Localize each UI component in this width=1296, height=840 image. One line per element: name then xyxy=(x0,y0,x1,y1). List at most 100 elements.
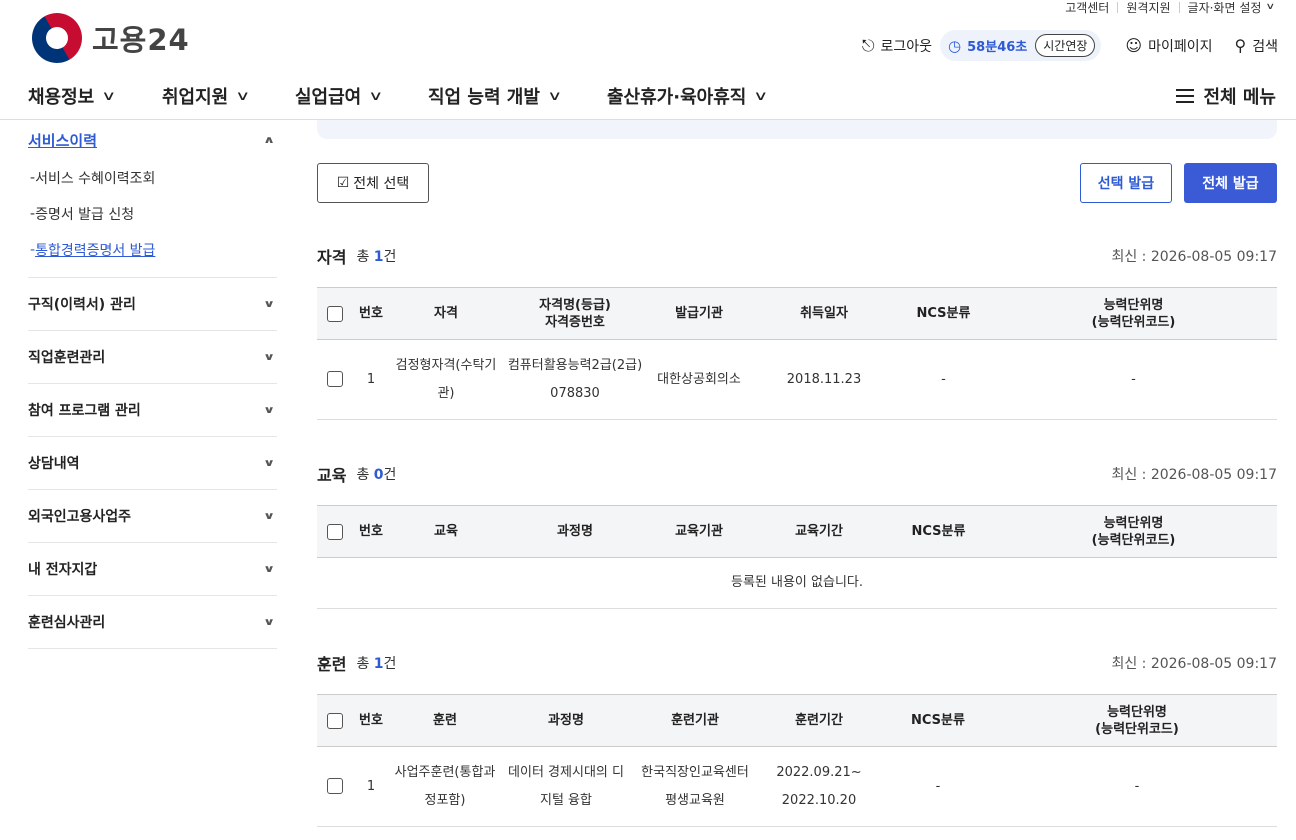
row-checkbox[interactable] xyxy=(317,340,353,420)
cert-section-header: 자격 총 1건 최신 : 2026-08-05 09:17 xyxy=(317,246,1277,267)
taegeuk-logo-icon xyxy=(22,3,92,73)
search-button[interactable]: ⚲ 검색 xyxy=(1235,36,1278,56)
type-line: 사업주훈련(통합과 xyxy=(394,764,496,780)
cert-table: 번호 자격 자격명(등급) 자격증번호 발급기관 취득일자 NCS분류 능력단위… xyxy=(317,287,1277,420)
cell-no: 1 xyxy=(366,371,376,387)
table-row: 1 검정형자격(수탁기관) 컴퓨터활용능력2급(2급) 078830 대한상공회의… xyxy=(317,340,1277,420)
user-icon: ☺ xyxy=(1125,36,1143,55)
count-prefix: 총 xyxy=(356,249,370,265)
logo-text: 고용24 xyxy=(92,23,190,57)
sidebar-item-programs[interactable]: 참여 프로그램 관리 ∨ xyxy=(28,384,277,437)
mypage-button[interactable]: ☺ 마이페이지 xyxy=(1125,36,1212,56)
info-box xyxy=(317,120,1277,139)
chevron-down-icon: ∨ xyxy=(262,616,276,628)
cert-number: 078830 xyxy=(550,385,600,401)
section-title: 훈련 xyxy=(317,655,347,674)
column-header: 발급기관 xyxy=(675,306,723,321)
column-header: 과정명 xyxy=(548,713,584,728)
column-header: 교육기간 xyxy=(795,524,843,539)
header-checkbox[interactable] xyxy=(317,695,353,747)
nav-employment-support[interactable]: 취업지원 ∨ xyxy=(162,83,251,109)
org-line: 한국직장인교육센터 xyxy=(641,764,749,780)
chevron-down-icon: ∨ xyxy=(368,88,384,104)
header-checkbox[interactable] xyxy=(317,288,353,340)
sidebar-item-label: 직업훈련관리 xyxy=(28,350,106,366)
sidebar-item-service-history[interactable]: 서비스이력 ∧ xyxy=(28,120,277,160)
cell-type: 검정형자격(수탁기관) xyxy=(395,357,497,401)
cell-no: 1 xyxy=(366,778,376,794)
edu-table: 번호 교육 과정명 교육기관 교육기간 NCS분류 능력단위명 (능력단위코드)… xyxy=(317,505,1277,609)
course-line: 지털 융합 xyxy=(540,792,592,808)
extend-time-button[interactable]: 시간연장 xyxy=(1035,34,1096,57)
chevron-down-icon: ∨ xyxy=(262,404,276,416)
nav-label: 취업지원 xyxy=(162,87,229,108)
table-row: 등록된 내용이 없습니다. xyxy=(317,558,1277,609)
updated-time: 최신 : 2026-08-05 09:17 xyxy=(1111,656,1277,672)
logout-button[interactable]: ⎋ 로그아웃 xyxy=(862,36,932,56)
logout-label: 로그아웃 xyxy=(880,38,933,55)
column-header: 자격명(등급) 자격증번호 xyxy=(539,297,611,330)
column-header: 자격 xyxy=(434,306,458,321)
cell-ncs: - xyxy=(941,371,946,387)
chevron-down-icon: ∨ xyxy=(235,88,251,104)
sidebar-item-label: 상담내역 xyxy=(28,456,80,472)
nav-parental-leave[interactable]: 출산휴가·육아휴직 ∨ xyxy=(607,83,769,109)
sidebar-item-label: 참여 프로그램 관리 xyxy=(28,403,141,419)
updated-time: 최신 : 2026-08-05 09:17 xyxy=(1111,249,1277,265)
chevron-down-icon[interactable]: ∨ xyxy=(1266,2,1276,12)
sidebar: 서비스이력 ∧ - 서비스 수혜이력조회 - 증명서 발급 신청 - 통합경력증명서 발… xyxy=(28,120,277,649)
nav-label: 실업급여 xyxy=(295,87,362,108)
column-header: 교육 xyxy=(434,524,458,539)
select-all-button[interactable]: ☑ 전체 선택 xyxy=(317,163,429,203)
sidebar-item-training[interactable]: 직업훈련관리 ∨ xyxy=(28,331,277,384)
cell-date: 2018.11.23 xyxy=(786,371,862,387)
customer-center-link[interactable]: 고객센터 xyxy=(1065,0,1109,16)
table-header-row: 번호 교육 과정명 교육기관 교육기간 NCS분류 능력단위명 (능력단위코드) xyxy=(317,505,1277,558)
train-table: 번호 훈련 과정명 훈련기관 훈련기간 NCS분류 능력단위명 (능력단위코드)… xyxy=(317,694,1277,827)
nav-skills-development[interactable]: 직업 능력 개발 ∨ xyxy=(428,83,562,109)
sidebar-item-resume[interactable]: 구직(이력서) 관리 ∨ xyxy=(28,278,277,331)
nav-label: 직업 능력 개발 xyxy=(428,87,540,108)
nav-jobs[interactable]: 채용정보 ∨ xyxy=(28,83,117,109)
sidebar-item-label: 외국인고용사업주 xyxy=(28,509,132,525)
cell-org: 대한상공회의소 xyxy=(657,371,741,387)
chevron-down-icon: ∨ xyxy=(262,457,276,469)
sidebar-item-label: 훈련심사관리 xyxy=(28,615,106,631)
section-title: 자격 xyxy=(317,248,347,267)
table-header-row: 번호 훈련 과정명 훈련기관 훈련기간 NCS분류 능력단위명 (능력단위코드) xyxy=(317,694,1277,747)
remote-support-link[interactable]: 원격지원 xyxy=(1126,0,1170,16)
nav-unemployment-benefit[interactable]: 실업급여 ∨ xyxy=(295,83,384,109)
course-line: 데이터 경제시대의 디 xyxy=(508,764,624,780)
column-header: 교육기관 xyxy=(675,524,723,539)
select-issue-button[interactable]: 선택 발급 xyxy=(1080,163,1172,203)
period-line: 2022.10.20 xyxy=(781,792,857,808)
sidebar-item-label: 서비스이력 xyxy=(28,131,98,150)
empty-message: 등록된 내용이 없습니다. xyxy=(731,575,863,590)
type-line: 정포함) xyxy=(424,792,466,808)
sidebar-sub-certificate-request[interactable]: - 증명서 발급 신청 xyxy=(28,196,277,232)
count-prefix: 총 xyxy=(356,467,370,483)
select-all-label: 전체 선택 xyxy=(353,176,410,192)
sidebar-item-wallet[interactable]: 내 전자지갑 ∨ xyxy=(28,543,277,596)
sidebar-item-counseling[interactable]: 상담내역 ∨ xyxy=(28,437,277,490)
cell-unit: - xyxy=(1134,778,1140,794)
display-settings-link[interactable]: 글자·화면 설정 xyxy=(1188,0,1262,16)
column-header: 훈련기간 xyxy=(795,713,843,728)
sidebar-sub-integrated-career-cert[interactable]: - 통합경력증명서 발급 xyxy=(28,232,277,268)
cell-type: 사업주훈련(통합과정포함) xyxy=(389,747,501,827)
sidebar-item-foreign-employer[interactable]: 외국인고용사업주 ∨ xyxy=(28,490,277,543)
edu-section-header: 교육 총 0건 최신 : 2026-08-05 09:17 xyxy=(317,464,1277,485)
org-line: 평생교육원 xyxy=(665,792,725,808)
sidebar-sub-label: 통합경력증명서 발급 xyxy=(35,243,156,259)
row-checkbox[interactable] xyxy=(317,747,353,827)
sidebar-sub-benefit-history[interactable]: - 서비스 수혜이력조회 xyxy=(28,160,277,196)
site-logo[interactable]: 고용24 xyxy=(22,3,190,73)
all-issue-button[interactable]: 전체 발급 xyxy=(1184,163,1277,203)
hamburger-icon xyxy=(1176,89,1195,103)
header-checkbox[interactable] xyxy=(317,506,353,558)
all-menu-button[interactable]: 전체 메뉴 xyxy=(1176,83,1276,109)
mypage-label: 마이페이지 xyxy=(1148,38,1213,55)
column-header: 번호 xyxy=(359,306,383,321)
sidebar-item-training-review[interactable]: 훈련심사관리 ∨ xyxy=(28,596,277,649)
cell-period: 2022.09.21~ 2022.10.20 xyxy=(759,747,879,827)
